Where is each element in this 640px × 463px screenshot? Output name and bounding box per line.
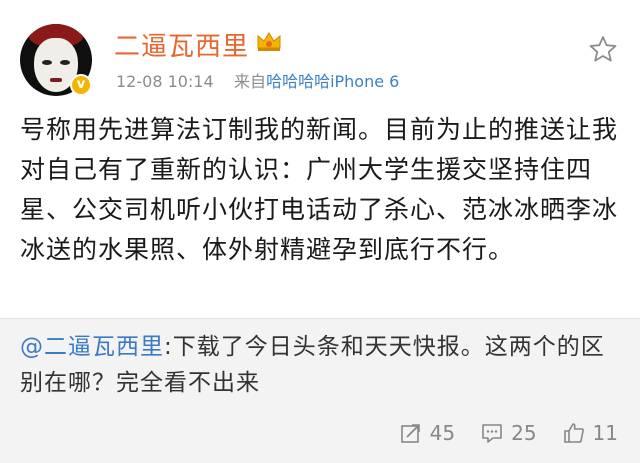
avatar-eye: [42, 60, 52, 65]
action-bar: 45 25 11: [400, 421, 618, 445]
like-button[interactable]: 11: [563, 421, 618, 445]
weibo-post-card: v 二逼瓦西里 12-08 10:14 来自哈哈哈哈iPhone 6 号称用先进…: [0, 0, 640, 463]
crown-icon: [257, 32, 281, 51]
comment-icon: [482, 424, 502, 443]
repost-icon: [400, 424, 420, 443]
source-prefix: 来自: [234, 72, 267, 91]
username[interactable]: 二逼瓦西里: [114, 26, 249, 63]
repost-section: @二逼瓦西里:下载了今日头条和天天快报。这两个的区别在哪？完全看不出来 45 2…: [0, 318, 640, 463]
post-header: v 二逼瓦西里 12-08 10:14 来自哈哈哈哈iPhone 6: [0, 0, 640, 100]
post-meta: 12-08 10:14 来自哈哈哈哈iPhone 6: [116, 68, 399, 92]
repost-text: @二逼瓦西里:下载了今日头条和天天快报。这两个的区别在哪？完全看不出来: [20, 329, 620, 401]
avatar-lips: [50, 78, 62, 82]
repost-mention[interactable]: @二逼瓦西里: [20, 334, 164, 360]
post-text: 号称用先进算法订制我的新闻。目前为止的推送让我对自己有了重新的认识：广州大学生援…: [20, 115, 619, 264]
repost-count: 45: [429, 421, 456, 445]
post-time: 12-08 10:14: [116, 72, 214, 91]
comment-button[interactable]: 25: [481, 421, 537, 445]
verified-badge: v: [70, 74, 92, 96]
source-link[interactable]: 哈哈哈哈iPhone 6: [266, 72, 399, 91]
like-count: 11: [592, 421, 618, 445]
comment-count: 25: [511, 421, 537, 445]
star-icon[interactable]: [588, 34, 618, 64]
avatar-eye: [60, 60, 70, 65]
thumbs-up-icon: [563, 423, 584, 443]
repost-button[interactable]: 45: [400, 421, 455, 445]
post-content: 号称用先进算法订制我的新闻。目前为止的推送让我对自己有了重新的认识：广州大学生援…: [20, 110, 620, 270]
